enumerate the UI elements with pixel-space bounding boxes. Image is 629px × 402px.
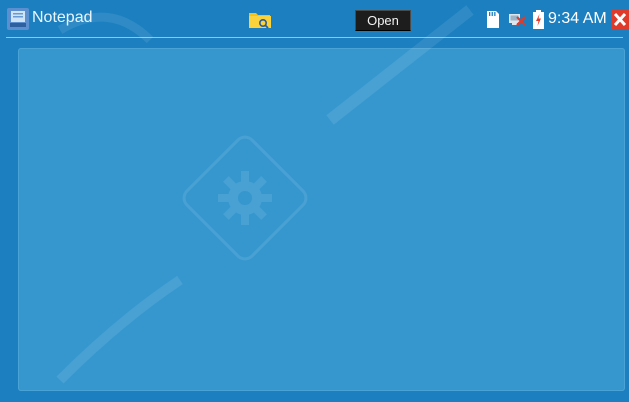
notepad-text-area[interactable] [18,48,625,391]
notepad-app-icon [7,8,29,30]
title-bar: Notepad Open 9:34 AM [0,0,629,40]
folder-search-icon[interactable] [248,9,272,30]
network-disconnected-icon [509,14,526,26]
open-button[interactable]: Open [355,10,411,31]
sd-card-icon [487,11,499,28]
title-divider [6,37,623,38]
battery-charging-icon [533,10,544,29]
close-icon[interactable] [611,10,629,29]
status-time: 9:34 AM [548,10,607,27]
app-title: Notepad [32,9,93,26]
